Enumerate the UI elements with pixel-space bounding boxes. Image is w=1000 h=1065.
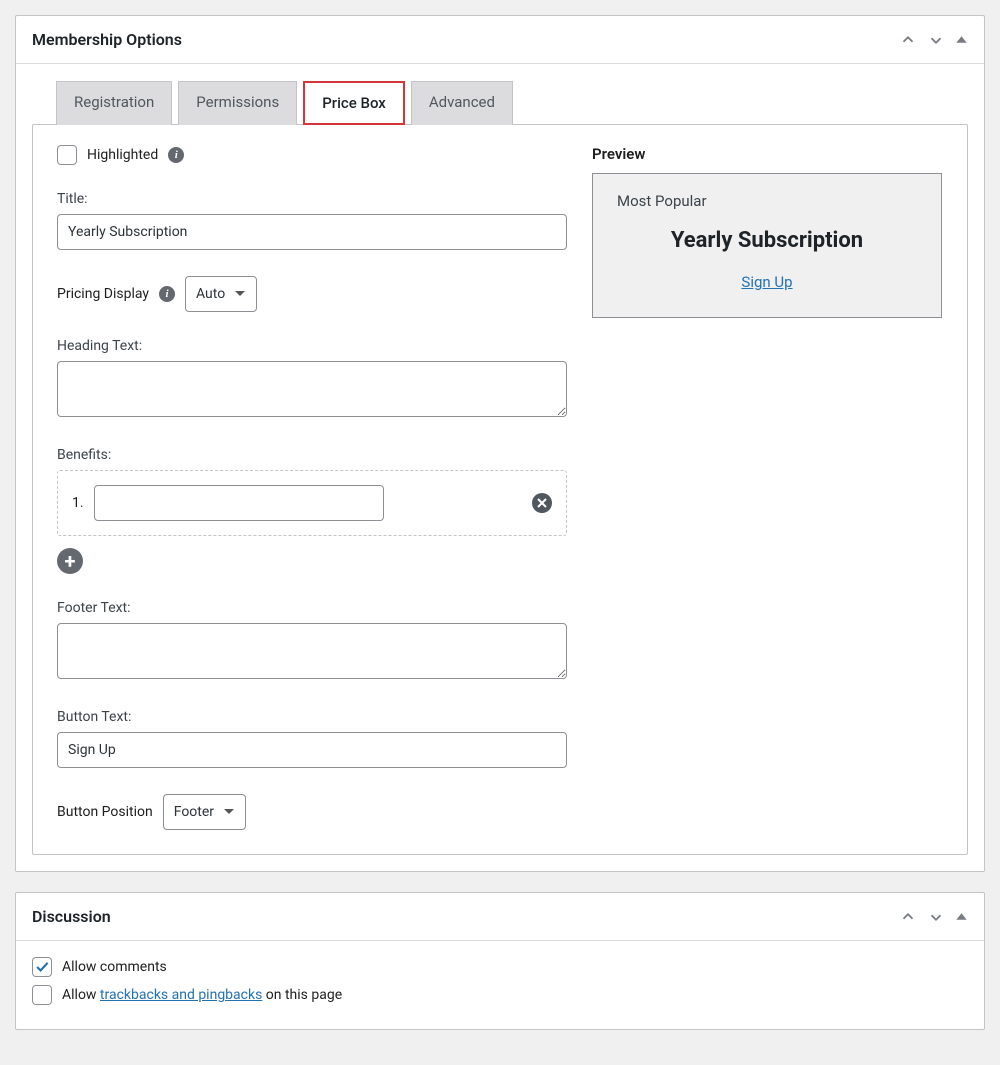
title-row: Title: bbox=[57, 191, 567, 250]
tab-panel-price-box: Highlighted i Title: Pricing Display i A… bbox=[32, 124, 968, 855]
preview-box: Most Popular Yearly Subscription Sign Up bbox=[592, 173, 942, 318]
benefits-label: Benefits: bbox=[57, 447, 567, 463]
footer-text-label: Footer Text: bbox=[57, 600, 567, 616]
benefit-input[interactable] bbox=[94, 485, 384, 521]
tab-registration[interactable]: Registration bbox=[56, 81, 172, 125]
preview-label: Preview bbox=[592, 145, 942, 163]
toggle-panel-icon[interactable] bbox=[955, 33, 968, 46]
footer-text-row: Footer Text: bbox=[57, 600, 567, 683]
allow-pings-checkbox[interactable] bbox=[32, 985, 52, 1005]
panel-title: Membership Options bbox=[32, 30, 182, 49]
preview-signup-link[interactable]: Sign Up bbox=[617, 273, 917, 291]
preview-column: Preview Most Popular Yearly Subscription… bbox=[592, 145, 942, 834]
panel-title: Discussion bbox=[32, 907, 111, 926]
move-down-icon[interactable] bbox=[927, 31, 945, 49]
tab-advanced[interactable]: Advanced bbox=[411, 81, 513, 125]
remove-benefit-icon[interactable] bbox=[532, 493, 552, 513]
pricing-display-label: Pricing Display bbox=[57, 286, 149, 302]
form-column: Highlighted i Title: Pricing Display i A… bbox=[57, 145, 567, 834]
heading-text-row: Heading Text: bbox=[57, 338, 567, 421]
discussion-panel: Discussion Allow comments Allow trackbac… bbox=[15, 892, 985, 1030]
move-up-icon[interactable] bbox=[899, 908, 917, 926]
allow-pings-label: Allow trackbacks and pingbacks on this p… bbox=[62, 987, 342, 1003]
heading-text-label: Heading Text: bbox=[57, 338, 567, 354]
highlighted-checkbox[interactable] bbox=[57, 145, 77, 165]
tab-price-box[interactable]: Price Box bbox=[303, 81, 405, 125]
button-position-label: Button Position bbox=[57, 804, 153, 820]
move-down-icon[interactable] bbox=[927, 908, 945, 926]
toggle-panel-icon[interactable] bbox=[955, 910, 968, 923]
panel-handle-actions bbox=[899, 31, 968, 49]
info-icon[interactable]: i bbox=[168, 147, 184, 163]
title-label: Title: bbox=[57, 191, 567, 207]
preview-title: Yearly Subscription bbox=[617, 228, 917, 253]
move-up-icon[interactable] bbox=[899, 31, 917, 49]
tab-permissions[interactable]: Permissions bbox=[178, 81, 297, 125]
button-text-row: Button Text: bbox=[57, 709, 567, 768]
panel-handle-actions bbox=[899, 908, 968, 926]
preview-tag: Most Popular bbox=[617, 192, 917, 210]
button-position-select[interactable]: Footer bbox=[163, 794, 246, 830]
footer-text-input[interactable] bbox=[57, 623, 567, 679]
add-benefit-icon[interactable]: + bbox=[57, 548, 83, 574]
heading-text-input[interactable] bbox=[57, 361, 567, 417]
tabs-nav: Registration Permissions Price Box Advan… bbox=[32, 80, 968, 124]
info-icon[interactable]: i bbox=[159, 286, 175, 302]
allow-pings-row: Allow trackbacks and pingbacks on this p… bbox=[32, 985, 968, 1005]
panel-body: Registration Permissions Price Box Advan… bbox=[16, 64, 984, 871]
highlighted-label: Highlighted bbox=[87, 147, 158, 163]
allow-comments-row: Allow comments bbox=[32, 957, 968, 977]
button-text-input[interactable] bbox=[57, 732, 567, 768]
benefits-row: Benefits: 1. + bbox=[57, 447, 567, 574]
benefit-item[interactable]: 1. bbox=[57, 470, 567, 536]
button-position-row: Button Position Footer bbox=[57, 794, 567, 830]
highlighted-row: Highlighted i bbox=[57, 145, 567, 165]
panel-header: Membership Options bbox=[16, 16, 984, 64]
title-input[interactable] bbox=[57, 214, 567, 250]
button-text-label: Button Text: bbox=[57, 709, 567, 725]
allow-comments-checkbox[interactable] bbox=[32, 957, 52, 977]
allow-comments-label: Allow comments bbox=[62, 959, 167, 975]
pricing-display-row: Pricing Display i Auto bbox=[57, 276, 567, 312]
panel-body: Allow comments Allow trackbacks and ping… bbox=[16, 941, 984, 1029]
panel-header: Discussion bbox=[16, 893, 984, 941]
pricing-display-select[interactable]: Auto bbox=[185, 276, 257, 312]
membership-options-panel: Membership Options Registration Permissi… bbox=[15, 15, 985, 872]
trackbacks-link[interactable]: trackbacks and pingbacks bbox=[100, 987, 262, 1003]
benefit-number: 1. bbox=[72, 495, 84, 511]
